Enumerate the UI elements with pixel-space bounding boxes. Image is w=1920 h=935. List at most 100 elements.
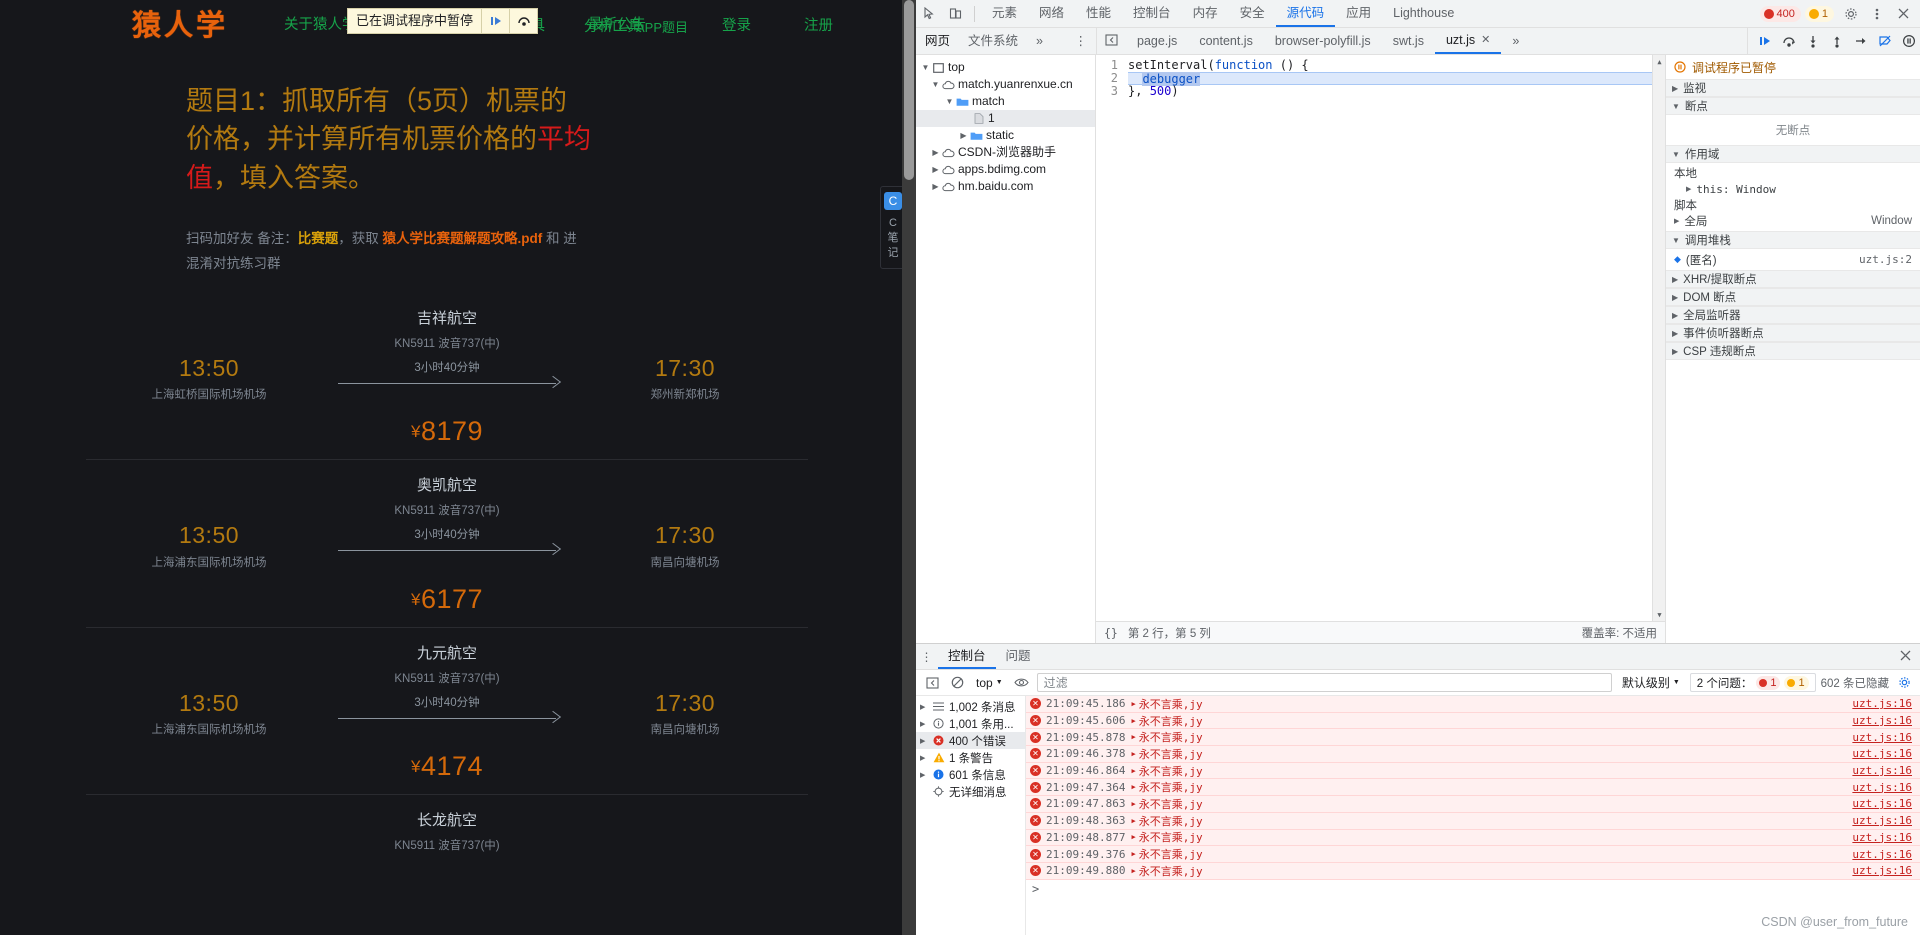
console-message[interactable]: ✕ 21:09:46.864 ▶ 永不言乘,jy uzt.js:16 xyxy=(1026,762,1920,780)
console-sidebar-icon[interactable] xyxy=(922,673,942,693)
close-icon[interactable] xyxy=(1900,650,1920,664)
console-message[interactable]: ✕ 21:09:49.376 ▶ 永不言乘,jy uzt.js:16 xyxy=(1026,846,1920,863)
sources-tab-filesystem[interactable]: 文件系统 xyxy=(959,28,1027,54)
tab-network[interactable]: 网络 xyxy=(1028,0,1075,27)
close-icon[interactable]: ✕ xyxy=(1481,27,1490,53)
chevron-right-icon[interactable]: ▶ xyxy=(1131,800,1135,808)
section-csp-violation-breakpoints[interactable]: ▶ CSP 违规断点 xyxy=(1666,342,1920,360)
nav-item-register[interactable]: 注册 xyxy=(804,14,833,35)
console-filter-errors[interactable]: ▶ 400 个错误 xyxy=(916,732,1025,749)
sources-tab-page[interactable]: 网页 xyxy=(916,28,959,54)
tree-node-hm-baidu[interactable]: ▶ hm.baidu.com xyxy=(916,178,1095,195)
chevron-right-icon[interactable]: ▶ xyxy=(1131,783,1135,791)
kebab-icon[interactable] xyxy=(1864,1,1890,27)
tree-node-file-1[interactable]: 1 xyxy=(916,110,1095,127)
message-source-link[interactable]: uzt.js:16 xyxy=(1852,764,1920,777)
note-pdf-link[interactable]: 猿人学比赛题解题攻略.pdf xyxy=(383,231,543,246)
nav-item-login[interactable]: 登录 xyxy=(722,14,751,35)
tree-node-top[interactable]: ▼ top xyxy=(916,59,1095,76)
tree-node-static[interactable]: ▶ static xyxy=(916,127,1095,144)
message-source-link[interactable]: uzt.js:16 xyxy=(1852,848,1920,861)
pause-on-exceptions-button[interactable] xyxy=(1898,30,1920,52)
console-context-select[interactable]: top ▼ xyxy=(972,676,1007,690)
section-watch[interactable]: ▶ 监视 xyxy=(1666,79,1920,97)
chevron-right-icon[interactable]: ▶ xyxy=(1674,217,1679,225)
console-message[interactable]: ✕ 21:09:45.186 ▶ 永不言乘,jy uzt.js:16 xyxy=(1026,696,1920,713)
scroll-up-icon[interactable]: ▲ xyxy=(1653,55,1665,68)
page-scrollbar[interactable] xyxy=(902,0,916,935)
chevron-right-icon[interactable]: ▶ xyxy=(1131,817,1135,825)
tree-node-apps-bdimg[interactable]: ▶ apps.bdimg.com xyxy=(916,161,1095,178)
tab-security[interactable]: 安全 xyxy=(1229,0,1276,27)
file-tab-browser-polyfill-js[interactable]: browser-polyfill.js xyxy=(1264,28,1382,54)
gear-icon[interactable] xyxy=(1894,673,1914,693)
scope-local[interactable]: 本地 xyxy=(1666,165,1920,181)
console-prompt[interactable]: > xyxy=(1026,880,1920,898)
tab-memory[interactable]: 内存 xyxy=(1182,0,1229,27)
file-tab-uzt-js[interactable]: uzt.js ✕ xyxy=(1434,27,1502,54)
console-message[interactable]: ✕ 21:09:47.364 ▶ 永不言乘,jy uzt.js:16 xyxy=(1026,779,1920,797)
step-into-button[interactable] xyxy=(1802,30,1824,52)
chevron-down-icon[interactable]: ▼ xyxy=(930,76,941,93)
drawer-tab-console[interactable]: 控制台 xyxy=(938,644,996,669)
section-event-listener-breakpoints[interactable]: ▶ 事件侦听器断点 xyxy=(1666,324,1920,342)
console-filter-info[interactable]: ▶ 601 条信息 xyxy=(916,766,1025,783)
page-scrollbar-thumb[interactable] xyxy=(904,0,914,180)
scope-global[interactable]: ▶ 全局 Window xyxy=(1666,213,1920,229)
sources-nav-kebab-icon[interactable]: ⋮ xyxy=(1066,28,1097,54)
gear-icon[interactable] xyxy=(1838,1,1864,27)
message-source-link[interactable]: uzt.js:16 xyxy=(1852,814,1920,827)
pretty-print-icon[interactable]: {} xyxy=(1104,626,1118,640)
file-tab-page-js[interactable]: page.js xyxy=(1126,28,1188,54)
chevron-right-icon[interactable]: ▶ xyxy=(930,178,941,195)
section-xhr-breakpoints[interactable]: ▶ XHR/提取断点 xyxy=(1666,270,1920,288)
section-dom-breakpoints[interactable]: ▶ DOM 断点 xyxy=(1666,288,1920,306)
section-call-stack[interactable]: ▼ 调用堆栈 xyxy=(1666,231,1920,249)
chevron-right-icon[interactable]: ▶ xyxy=(1131,850,1135,858)
chevron-right-icon[interactable]: ▶ xyxy=(930,144,941,161)
scroll-down-icon[interactable]: ▼ xyxy=(1653,608,1665,621)
chevron-right-icon[interactable]: ▶ xyxy=(958,127,969,144)
console-filter-warnings[interactable]: ▶ 1 条警告 xyxy=(916,749,1025,766)
chevron-right-icon[interactable]: ▶ xyxy=(1131,750,1135,758)
console-filter-all-messages[interactable]: ▶ 1,002 条消息 xyxy=(916,698,1025,715)
sources-tab-overflow[interactable]: » xyxy=(1027,28,1052,54)
clear-console-icon[interactable] xyxy=(947,673,967,693)
tab-application[interactable]: 应用 xyxy=(1335,0,1382,27)
console-message[interactable]: ✕ 21:09:48.363 ▶ 永不言乘,jy uzt.js:16 xyxy=(1026,812,1920,830)
file-tabs-overflow-icon[interactable]: » xyxy=(1501,28,1530,54)
close-icon[interactable] xyxy=(1890,1,1916,27)
call-stack-frame[interactable]: ◆ (匿名) uzt.js:2 xyxy=(1666,251,1920,268)
issues-pill[interactable]: 2 个问题： 1 1 xyxy=(1689,673,1816,692)
flight-card[interactable]: 吉祥航空 KN5911 波音737(中) 13:50 上海虹桥国际机场机场 3小… xyxy=(86,293,808,461)
step-out-button[interactable] xyxy=(1826,30,1848,52)
message-source-link[interactable]: uzt.js:16 xyxy=(1852,781,1920,794)
section-scope[interactable]: ▼ 作用域 xyxy=(1666,145,1920,163)
flight-card[interactable]: 九元航空 KN5911 波音737(中) 13:50 上海浦东国际机场机场 3小… xyxy=(86,628,808,796)
chevron-right-icon[interactable]: ▶ xyxy=(920,703,928,711)
console-message[interactable]: ✕ 21:09:45.878 ▶ 永不言乘,jy uzt.js:16 xyxy=(1026,729,1920,747)
editor-scrollbar[interactable]: ▲ ▼ xyxy=(1652,55,1665,621)
chevron-right-icon[interactable]: ▶ xyxy=(920,771,928,779)
chevron-down-icon[interactable]: ▼ xyxy=(944,93,955,110)
nav-item-about[interactable]: 关于猿人学 xyxy=(284,13,357,34)
tree-node-csdn-helper[interactable]: ▶ CSDN-浏览器助手 xyxy=(916,144,1095,161)
section-global-listeners[interactable]: ▶ 全局监听器 xyxy=(1666,306,1920,324)
device-toolbar-icon[interactable] xyxy=(942,1,968,27)
chevron-right-icon[interactable]: ▶ xyxy=(1131,717,1135,725)
collapse-sidebar-icon[interactable] xyxy=(1097,33,1126,49)
chevron-right-icon[interactable]: ▶ xyxy=(930,161,941,178)
chevron-right-icon[interactable]: ▶ xyxy=(920,720,928,728)
console-message[interactable]: ✕ 21:09:47.863 ▶ 永不言乘,jy uzt.js:16 xyxy=(1026,796,1920,813)
step-over-icon[interactable] xyxy=(509,9,537,33)
tree-node-match-folder[interactable]: ▼ match xyxy=(916,93,1095,110)
error-count-badge[interactable]: 400 xyxy=(1759,5,1801,22)
chevron-right-icon[interactable]: ▶ xyxy=(1131,767,1135,775)
tab-lighthouse[interactable]: Lighthouse xyxy=(1382,0,1465,27)
console-filter-input[interactable]: 过滤 xyxy=(1036,673,1612,692)
file-tab-swt-js[interactable]: swt.js xyxy=(1382,28,1435,54)
chevron-down-icon[interactable]: ▼ xyxy=(920,59,931,76)
section-breakpoints[interactable]: ▼ 断点 xyxy=(1666,97,1920,115)
console-message[interactable]: ✕ 21:09:48.877 ▶ 永不言乘,jy uzt.js:16 xyxy=(1026,829,1920,847)
console-level-select[interactable]: 默认级别 ▼ xyxy=(1617,673,1685,692)
